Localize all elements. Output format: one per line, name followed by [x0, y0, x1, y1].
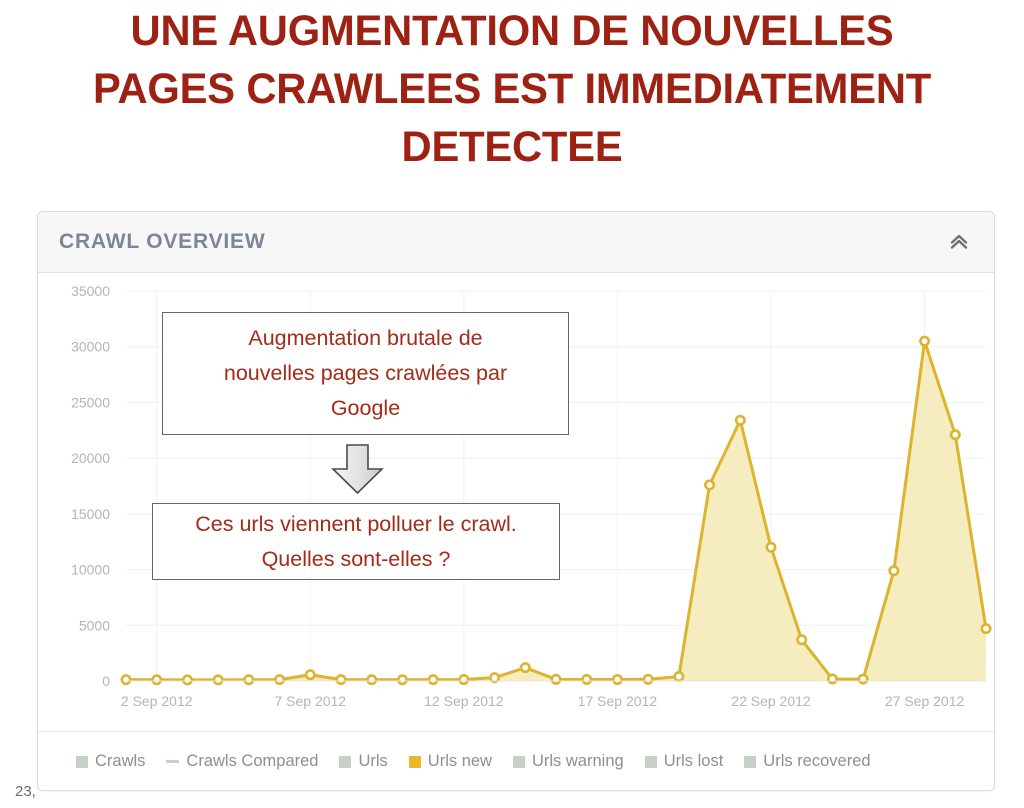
- data-point-marker[interactable]: [151, 674, 163, 686]
- legend-label: Urls warning: [531, 752, 624, 770]
- data-point-marker[interactable]: [980, 623, 992, 635]
- data-point-marker[interactable]: [673, 671, 685, 683]
- crawl-overview-panel: CRAWL OVERVIEW 0 5000 10000 15000 20000 25000…: [37, 211, 995, 791]
- legend-item[interactable]: Urls warning: [512, 752, 624, 771]
- data-point-marker[interactable]: [888, 565, 900, 577]
- x-tick-label: 27 Sep 2012: [885, 693, 965, 709]
- data-point-marker[interactable]: [243, 674, 255, 686]
- legend-swatch: [339, 755, 352, 768]
- legend-label: Crawls Compared: [186, 752, 319, 770]
- callout-augmentation: Augmentation brutale de nouvelles pages …: [162, 312, 569, 435]
- y-tick-label: 0: [102, 673, 110, 689]
- data-point-marker[interactable]: [949, 429, 961, 441]
- data-point-marker[interactable]: [581, 673, 593, 685]
- legend-item[interactable]: Urls: [339, 752, 388, 771]
- data-point-marker[interactable]: [458, 674, 470, 686]
- chevron-double-up-icon[interactable]: [946, 229, 972, 255]
- legend-item[interactable]: Urls lost: [644, 752, 724, 771]
- data-point-marker[interactable]: [212, 674, 224, 686]
- legend-label: Urls new: [427, 752, 492, 770]
- data-point-marker[interactable]: [704, 479, 716, 491]
- legend-item[interactable]: Urls recovered: [744, 752, 871, 771]
- data-point-marker[interactable]: [304, 669, 316, 681]
- y-tick-label: 25000: [71, 394, 110, 410]
- legend-label: Urls lost: [663, 752, 724, 770]
- legend-item[interactable]: Crawls Compared: [166, 752, 318, 771]
- y-axis-tick-labels: 0 5000 10000 15000 20000 25000 30000 35000: [71, 283, 110, 689]
- data-point-marker[interactable]: [120, 674, 132, 686]
- x-tick-label: 2 Sep 2012: [121, 693, 193, 709]
- legend-item[interactable]: Urls new: [408, 752, 492, 771]
- data-point-marker[interactable]: [550, 673, 562, 685]
- data-point-marker[interactable]: [765, 541, 777, 553]
- legend-swatch: [408, 755, 421, 768]
- legend-swatch: [644, 755, 657, 768]
- data-point-marker[interactable]: [181, 674, 193, 686]
- data-point-marker[interactable]: [427, 674, 439, 686]
- y-tick-label: 30000: [71, 339, 110, 355]
- data-point-marker[interactable]: [642, 673, 654, 685]
- page-title: UNE AUGMENTATION DE NOUVELLES PAGES CRAW…: [92, 7, 932, 171]
- data-point-marker[interactable]: [274, 674, 286, 686]
- data-point-marker[interactable]: [734, 414, 746, 426]
- data-point-marker[interactable]: [519, 662, 531, 674]
- panel-header: CRAWL OVERVIEW: [38, 212, 994, 273]
- y-tick-label: 20000: [71, 450, 110, 466]
- legend-label: Urls recovered: [763, 752, 871, 770]
- data-point-marker[interactable]: [366, 674, 378, 686]
- panel-title: CRAWL OVERVIEW: [59, 230, 266, 253]
- y-tick-label: 35000: [71, 283, 110, 299]
- legend-swatch: [512, 755, 525, 768]
- y-tick-label: 5000: [79, 617, 110, 633]
- data-point-marker[interactable]: [396, 674, 408, 686]
- y-tick-label: 10000: [71, 562, 110, 578]
- legend-label: Crawls: [95, 752, 146, 770]
- legend-label: Urls: [358, 752, 388, 770]
- chart-legend: Crawls Crawls Compared Urls Urls new Urls wa…: [38, 731, 994, 790]
- x-axis-tick-labels: 2 Sep 2012 7 Sep 2012 12 Sep 2012 17 Sep 20…: [121, 693, 965, 709]
- legend-item[interactable]: Crawls: [76, 752, 145, 771]
- legend-swatch: [166, 760, 180, 763]
- data-point-marker[interactable]: [611, 674, 623, 686]
- data-point-marker[interactable]: [919, 335, 931, 347]
- x-tick-label: 12 Sep 2012: [424, 693, 504, 709]
- legend-swatch: [76, 755, 88, 768]
- data-point-marker[interactable]: [335, 674, 347, 686]
- data-point-marker[interactable]: [826, 673, 838, 685]
- callout-question: Ces urls viennent polluer le crawl. Quel…: [152, 503, 560, 580]
- down-arrow-shape: [329, 443, 386, 496]
- x-tick-label: 17 Sep 2012: [578, 693, 658, 709]
- slide-number: 23,: [15, 783, 36, 800]
- x-tick-label: 22 Sep 2012: [731, 693, 811, 709]
- data-point-marker[interactable]: [857, 673, 869, 685]
- legend-swatch: [744, 755, 757, 768]
- data-point-marker[interactable]: [796, 634, 808, 646]
- y-tick-label: 15000: [71, 506, 110, 522]
- x-tick-label: 7 Sep 2012: [274, 693, 346, 709]
